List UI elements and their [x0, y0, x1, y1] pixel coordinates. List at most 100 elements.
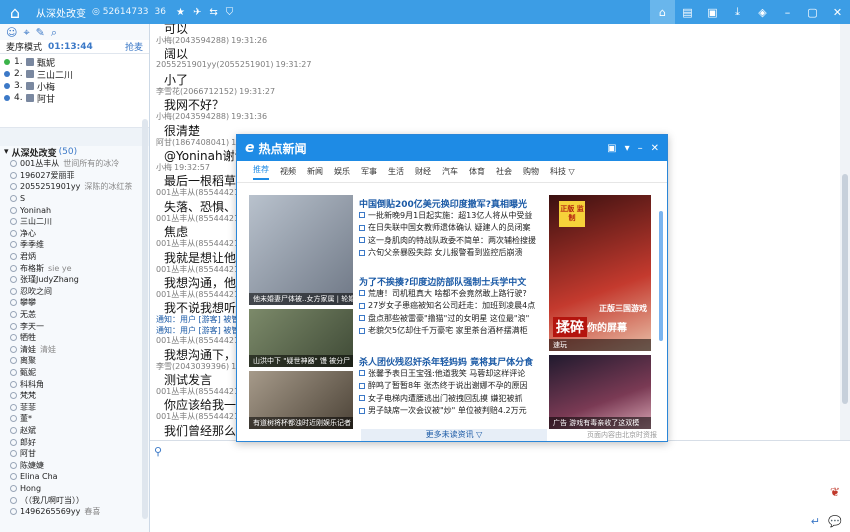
news-tab[interactable]: 视频: [280, 166, 296, 177]
member-item[interactable]: 三山二川: [0, 216, 149, 228]
member-item[interactable]: 布格斯 sie ye: [0, 262, 149, 274]
more-news-button[interactable]: 更多未读资讯 ▽: [361, 429, 547, 441]
news-item[interactable]: 女子电梯内遭腰逃出门被拽回乱摸 嫌犯被抓: [359, 392, 545, 405]
queue-item[interactable]: 4. 阿甘: [0, 92, 149, 105]
member-item[interactable]: S: [0, 193, 149, 205]
member-item[interactable]: 忍吹之间: [0, 286, 149, 298]
member-item[interactable]: 李天一: [0, 320, 149, 332]
news-item[interactable]: 男子缺席一次会议被"炒" 单位被判赔4.2万元: [359, 405, 545, 418]
member-item[interactable]: 赵斌: [0, 425, 149, 437]
input-area[interactable]: ⚲ ❦ ↵ 💬: [150, 440, 850, 532]
news-image[interactable]: 他未婚妻尸体被..女方家属 | 轮婚: [249, 195, 353, 305]
news-tab[interactable]: 汽车: [442, 166, 458, 177]
minimize-icon[interactable]: –: [638, 143, 643, 154]
location-icon[interactable]: ⌖: [23, 26, 29, 39]
picture-icon[interactable]: ▣: [700, 0, 725, 24]
news-headline[interactable]: 杀人团伙残忍奸杀年轻妈妈 竟将其尸体分食: [359, 355, 545, 367]
gift-icon[interactable]: ❦: [830, 485, 840, 499]
news-item[interactable]: 盘点那些被雷豪"撸猫"过的女明星 这位最"浪": [359, 312, 545, 325]
news-item[interactable]: 张馨予表日王宝强:他道我笑 马蓉却这样评论: [359, 367, 545, 380]
news-tab[interactable]: 推荐: [253, 164, 269, 180]
minimize-icon[interactable]: –: [775, 0, 800, 24]
member-item[interactable]: 阿甘: [0, 448, 149, 460]
news-tab[interactable]: 财经: [415, 166, 431, 177]
news-item[interactable]: 荒唐！司机租真大 啥都不会竟然敢上路行驶?: [359, 287, 545, 300]
grab-mic-button[interactable]: 抢麦: [125, 40, 143, 53]
member-item[interactable]: 陈婕婕: [0, 459, 149, 471]
member-item[interactable]: 季季维: [0, 239, 149, 251]
list-icon[interactable]: ▤: [675, 0, 700, 24]
plane-icon[interactable]: ✈: [193, 7, 201, 18]
news-tab[interactable]: 军事: [361, 166, 377, 177]
edit-icon[interactable]: ✎: [36, 26, 45, 39]
news-tab[interactable]: 社会: [496, 166, 512, 177]
news-tab[interactable]: 购物: [523, 166, 539, 177]
chat-scrollbar[interactable]: [840, 24, 850, 440]
news-group: 杀人团伙残忍奸杀年轻妈妈 竟将其尸体分食 张馨予表日王宝强:他道我笑 马蓉却这样…: [359, 355, 545, 417]
game-ad[interactable]: 正版 监制 正版三国游戏 揉碎 你的屏幕 速玩: [549, 195, 651, 351]
close-icon[interactable]: ✕: [825, 0, 850, 24]
member-item[interactable]: 清娃 清娃: [0, 344, 149, 356]
member-item[interactable]: 菲菲: [0, 401, 149, 413]
user-icon[interactable]: ☺: [6, 26, 17, 39]
close-icon[interactable]: ✕: [651, 143, 659, 154]
news-tab[interactable]: 娱乐: [334, 166, 350, 177]
news-item[interactable]: 这一身肌肉的特战队政委不简单：两次辅检搜援: [359, 234, 545, 247]
news-image[interactable]: 有道树将杯都浊时近刚娱乐记者: [249, 371, 353, 429]
popup-scrollbar[interactable]: [659, 211, 663, 341]
member-item[interactable]: 196027爱丽菲: [0, 170, 149, 182]
member-item[interactable]: 科科角: [0, 378, 149, 390]
search-icon[interactable]: ⌕: [51, 26, 57, 39]
member-item[interactable]: 2055251901yy 深陈的冰红茶: [0, 181, 149, 193]
window-icon[interactable]: ▣: [607, 143, 616, 154]
group-header[interactable]: ▾ 从深处改变 (50): [0, 146, 149, 159]
skin-icon[interactable]: ◈: [750, 0, 775, 24]
member-item[interactable]: 离聚: [0, 355, 149, 367]
news-headline[interactable]: 为了不挨揍?印度边防部队强制士兵学中文: [359, 275, 545, 287]
news-item[interactable]: 六旬父亲暴殴失踪 女儿报警看到监控后崩溃: [359, 247, 545, 260]
news-item[interactable]: 27岁女子患癌被知名公司赶走：加班到凌晨4点: [359, 300, 545, 313]
share-icon[interactable]: ⇆: [209, 7, 217, 18]
member-item[interactable]: 无恙: [0, 309, 149, 321]
member-item[interactable]: （（我几啊叮当））: [0, 494, 149, 506]
dropdown-icon[interactable]: ▾: [625, 143, 630, 154]
news-tab[interactable]: 体育: [469, 166, 485, 177]
news-item[interactable]: 老貌欠5亿却住千万豪宅 家里茶台酒杯摆满柜: [359, 325, 545, 338]
shield-icon[interactable]: ⛉: [226, 7, 234, 18]
member-item[interactable]: 牺牲: [0, 332, 149, 344]
member-item[interactable]: Yoninah: [0, 204, 149, 216]
news-image[interactable]: 山洪中下 "疑世神器" 馒 被分尸: [249, 309, 353, 367]
member-scrollbar[interactable]: [142, 119, 148, 519]
member-item[interactable]: 1496265569yy 春喜: [0, 506, 149, 518]
member-item[interactable]: 君炳: [0, 251, 149, 263]
restore-icon[interactable]: ▢: [800, 0, 825, 24]
queue-item[interactable]: 1. 甄妮: [0, 56, 149, 69]
home-icon[interactable]: ⌂: [650, 0, 675, 24]
member-item[interactable]: Elina Cha: [0, 471, 149, 483]
member-item[interactable]: 郎好: [0, 436, 149, 448]
news-item[interactable]: 一批新晚9月1日起实施：超13亿人将从中受益: [359, 209, 545, 222]
queue-item[interactable]: 3. 小梅: [0, 80, 149, 93]
member-item[interactable]: 001丛丰从 世间所有的冰冷: [0, 158, 149, 170]
member-item[interactable]: 张瑾JudyZhang: [0, 274, 149, 286]
member-item[interactable]: 梵梵: [0, 390, 149, 402]
send-icon[interactable]: ↵: [811, 515, 820, 528]
news-tab[interactable]: 科技 ▽: [550, 166, 575, 177]
game-ad[interactable]: 广告 游戏有毒亲收了这双模: [549, 355, 651, 429]
member-item[interactable]: 董*: [0, 413, 149, 425]
member-item[interactable]: 甄妮: [0, 367, 149, 379]
member-item[interactable]: 净心: [0, 228, 149, 240]
voice-icon[interactable]: ⚲: [154, 445, 162, 458]
member-item[interactable]: 攀攀: [0, 297, 149, 309]
news-tab[interactable]: 生活: [388, 166, 404, 177]
chat-scroll-thumb[interactable]: [842, 174, 848, 404]
chat-bubble-icon[interactable]: 💬: [828, 515, 842, 528]
queue-item[interactable]: 2. 三山二川: [0, 68, 149, 81]
news-headline[interactable]: 中国倒贴200亿美元换印度撤军?真相曝光: [359, 197, 545, 209]
news-item[interactable]: 醉鸣了暂暂8年 张杰终于说出谢娜不孕的原因: [359, 380, 545, 393]
star-icon[interactable]: ★: [176, 7, 185, 18]
news-tab[interactable]: 新闻: [307, 166, 323, 177]
member-item[interactable]: Hong: [0, 483, 149, 495]
download-icon[interactable]: ⤓: [725, 0, 750, 24]
news-item[interactable]: 在日失联中国女教师遗体确认 疑建人的员闭案: [359, 222, 545, 235]
